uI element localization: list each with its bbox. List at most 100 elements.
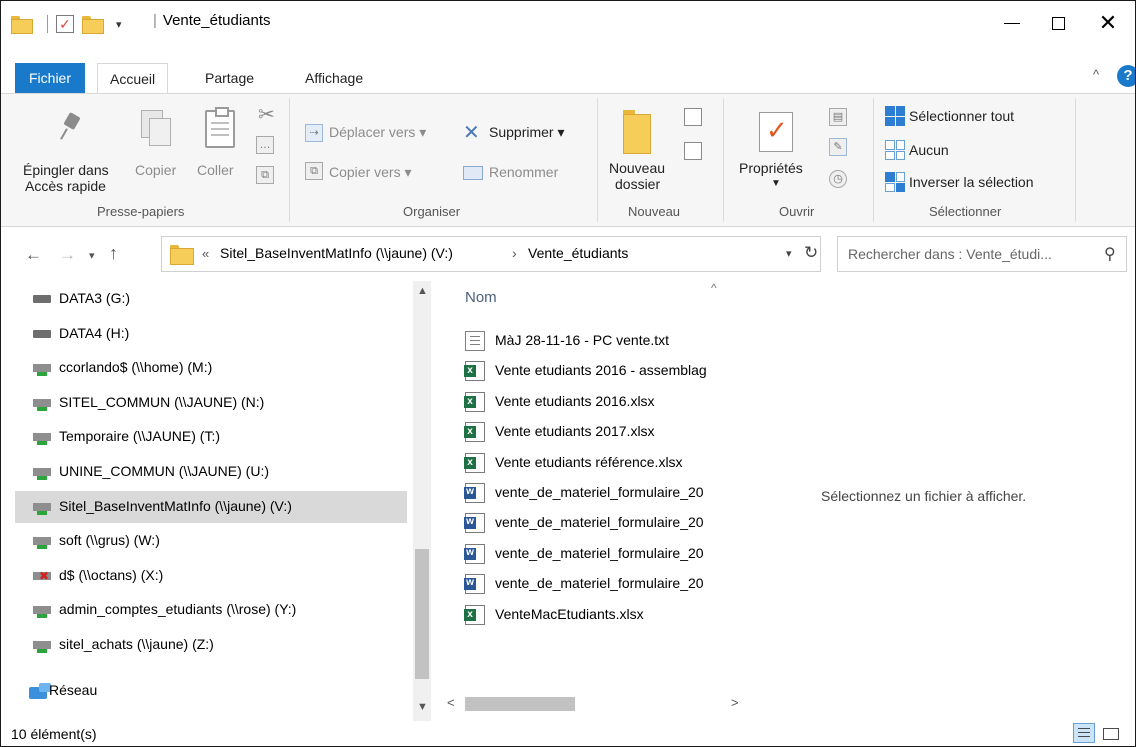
forward-arrow-icon[interactable]: → — [59, 245, 76, 265]
window-title-text: Vente_étudiants — [162, 12, 271, 29]
scroll-down-icon[interactable]: ▼ — [417, 701, 428, 713]
breadcrumb-folder[interactable]: Vente_étudiants — [528, 245, 628, 261]
tab-accueil[interactable]: Accueil — [97, 63, 169, 95]
horizontal-scrollbar-thumb[interactable] — [465, 697, 575, 711]
nav-pane-item[interactable]: d$ (\\octans) (X:) — [15, 560, 407, 592]
paste-icon[interactable] — [205, 107, 235, 148]
file-row[interactable]: Vente etudiants référence.xlsx — [463, 449, 753, 477]
edit-icon[interactable]: ✎ — [829, 138, 847, 156]
maximize-icon — [1051, 16, 1065, 30]
copy-to-icon[interactable]: ⧉ — [305, 162, 323, 180]
paste-shortcut-icon[interactable]: ⧉ — [256, 166, 274, 184]
delete-icon[interactable]: ✕ — [463, 120, 480, 145]
scroll-left-icon[interactable]: < — [447, 695, 455, 710]
address-overflow-chevron[interactable]: « — [202, 246, 209, 261]
back-arrow-icon[interactable]: ← — [25, 245, 42, 265]
file-row[interactable]: vente_de_materiel_formulaire_20 — [463, 479, 753, 507]
select-none-icon[interactable] — [885, 140, 905, 160]
file-row[interactable]: MàJ 28-11-16 - PC vente.txt — [463, 327, 753, 355]
minimize-button[interactable] — [989, 1, 1035, 45]
breadcrumb-separator-icon[interactable]: › — [512, 245, 517, 261]
properties-icon[interactable] — [759, 112, 793, 152]
nav-pane-item[interactable]: soft (\\grus) (W:) — [15, 525, 407, 557]
file-row[interactable]: Vente etudiants 2016.xlsx — [463, 388, 753, 416]
nav-pane-item[interactable]: DATA3 (G:) — [15, 283, 407, 315]
nav-pane-item[interactable]: ccorlando$ (\\home) (M:) — [15, 352, 407, 384]
tab-fichier[interactable]: Fichier — [15, 63, 86, 93]
scroll-right-icon[interactable]: > — [731, 695, 739, 710]
paste-button[interactable]: Coller — [197, 162, 234, 178]
network-drive-icon — [33, 398, 51, 411]
tab-partage[interactable]: Partage — [193, 63, 266, 93]
nav-pane-item[interactable]: admin_comptes_etudiants (\\rose) (Y:) — [15, 594, 407, 626]
delete-button[interactable]: Supprimer ▾ — [489, 124, 565, 141]
nav-pane-item[interactable]: sitel_achats (\\jaune) (Z:) — [15, 629, 407, 661]
properties-check-icon[interactable]: ✓ — [56, 15, 74, 33]
invert-selection-button[interactable]: Inverser la sélection — [909, 174, 1034, 190]
close-button[interactable]: ✕ — [1085, 1, 1131, 45]
new-folder-icon[interactable] — [82, 16, 104, 34]
file-list-horizontal-scrollbar[interactable]: < > — [441, 693, 753, 715]
new-folder-button[interactable]: Nouveau — [609, 160, 665, 176]
excel-file-icon — [464, 604, 485, 625]
properties-dropdown-icon[interactable]: ▼ — [771, 178, 781, 189]
select-all-button[interactable]: Sélectionner tout — [909, 108, 1014, 124]
easy-access-icon[interactable] — [684, 142, 702, 160]
nav-pane-item[interactable]: Sitel_BaseInventMatInfo (\\jaune) (V:) — [15, 490, 407, 523]
file-row[interactable]: VenteMacEtudiants.xlsx — [463, 601, 753, 629]
file-row[interactable]: vente_de_materiel_formulaire_20 — [463, 570, 753, 598]
nav-pane-item-label: UNINE_COMMUN (\\JAUNE) (U:) — [59, 463, 269, 479]
select-none-button[interactable]: Aucun — [909, 142, 949, 158]
new-folder-icon[interactable] — [623, 110, 653, 154]
large-icons-view-icon[interactable] — [1099, 723, 1121, 743]
invert-selection-icon[interactable] — [885, 172, 905, 192]
open-icon[interactable]: ▤ — [829, 108, 847, 126]
rename-icon[interactable] — [463, 166, 483, 180]
collapse-ribbon-icon[interactable]: ^ — [1093, 67, 1099, 82]
nav-pane-item[interactable]: UNINE_COMMUN (\\JAUNE) (U:) — [15, 456, 407, 488]
up-arrow-icon[interactable]: ↑ — [109, 243, 118, 264]
search-input[interactable]: Rechercher dans : Vente_étudi... ⚲ — [837, 236, 1127, 272]
file-row[interactable]: vente_de_materiel_formulaire_20 — [463, 540, 753, 568]
copy-button[interactable]: Copier — [135, 162, 176, 178]
history-icon[interactable]: ◷ — [829, 170, 847, 188]
nav-pane-item[interactable]: DATA4 (H:) — [15, 318, 407, 350]
details-view-icon[interactable] — [1073, 723, 1095, 743]
recent-locations-chevron-icon[interactable]: ▾ — [89, 249, 95, 262]
search-icon[interactable]: ⚲ — [1104, 244, 1116, 264]
column-header-name[interactable]: Nom — [465, 289, 497, 306]
move-to-icon[interactable]: ⇢ — [305, 124, 323, 142]
select-all-icon[interactable] — [885, 106, 905, 126]
group-label-organiser: Organiser — [403, 204, 461, 219]
pin-icon[interactable] — [57, 112, 85, 142]
nav-pane-item-network[interactable]: Réseau — [15, 675, 407, 707]
move-to-button[interactable]: Déplacer vers ▾ — [329, 124, 426, 141]
customize-toolbar-dropdown-icon[interactable]: ▾ — [116, 18, 122, 31]
breadcrumb-drive[interactable]: Sitel_BaseInventMatInfo (\\jaune) (V:) — [220, 245, 453, 261]
file-row[interactable]: vente_de_materiel_formulaire_20 — [463, 509, 753, 537]
sort-ascending-icon: ^ — [711, 281, 717, 295]
tab-affichage[interactable]: Affichage — [293, 63, 375, 93]
refresh-icon[interactable]: ↻ — [804, 243, 818, 263]
scrollbar-thumb[interactable] — [415, 549, 429, 679]
scroll-up-icon[interactable]: ▲ — [417, 285, 428, 297]
help-icon[interactable]: ? — [1117, 65, 1135, 87]
copy-to-button[interactable]: Copier vers ▾ — [329, 164, 412, 181]
pin-quick-access-button[interactable]: Épingler dans — [23, 162, 109, 178]
cut-icon[interactable]: ✂ — [258, 102, 275, 127]
file-row[interactable]: Vente etudiants 2017.xlsx — [463, 418, 753, 446]
maximize-button[interactable] — [1035, 1, 1081, 45]
copy-icon[interactable] — [141, 110, 171, 146]
search-placeholder: Rechercher dans : Vente_étudi... — [848, 246, 1052, 262]
properties-button[interactable]: Propriétés — [739, 160, 803, 176]
address-dropdown-icon[interactable]: ▾ — [786, 247, 792, 260]
copy-path-icon[interactable]: … — [256, 136, 274, 154]
excel-file-icon — [464, 452, 485, 473]
file-row[interactable]: Vente etudiants 2016 - assemblag — [463, 357, 753, 385]
new-item-icon[interactable] — [684, 108, 702, 126]
address-bar[interactable]: « Sitel_BaseInventMatInfo (\\jaune) (V:)… — [161, 236, 821, 272]
nav-pane-item[interactable]: SITEL_COMMUN (\\JAUNE) (N:) — [15, 387, 407, 419]
nav-pane-scrollbar[interactable]: ▲ ▼ — [413, 281, 431, 721]
nav-pane-item[interactable]: Temporaire (\\JAUNE) (T:) — [15, 421, 407, 453]
rename-button[interactable]: Renommer — [489, 164, 558, 180]
